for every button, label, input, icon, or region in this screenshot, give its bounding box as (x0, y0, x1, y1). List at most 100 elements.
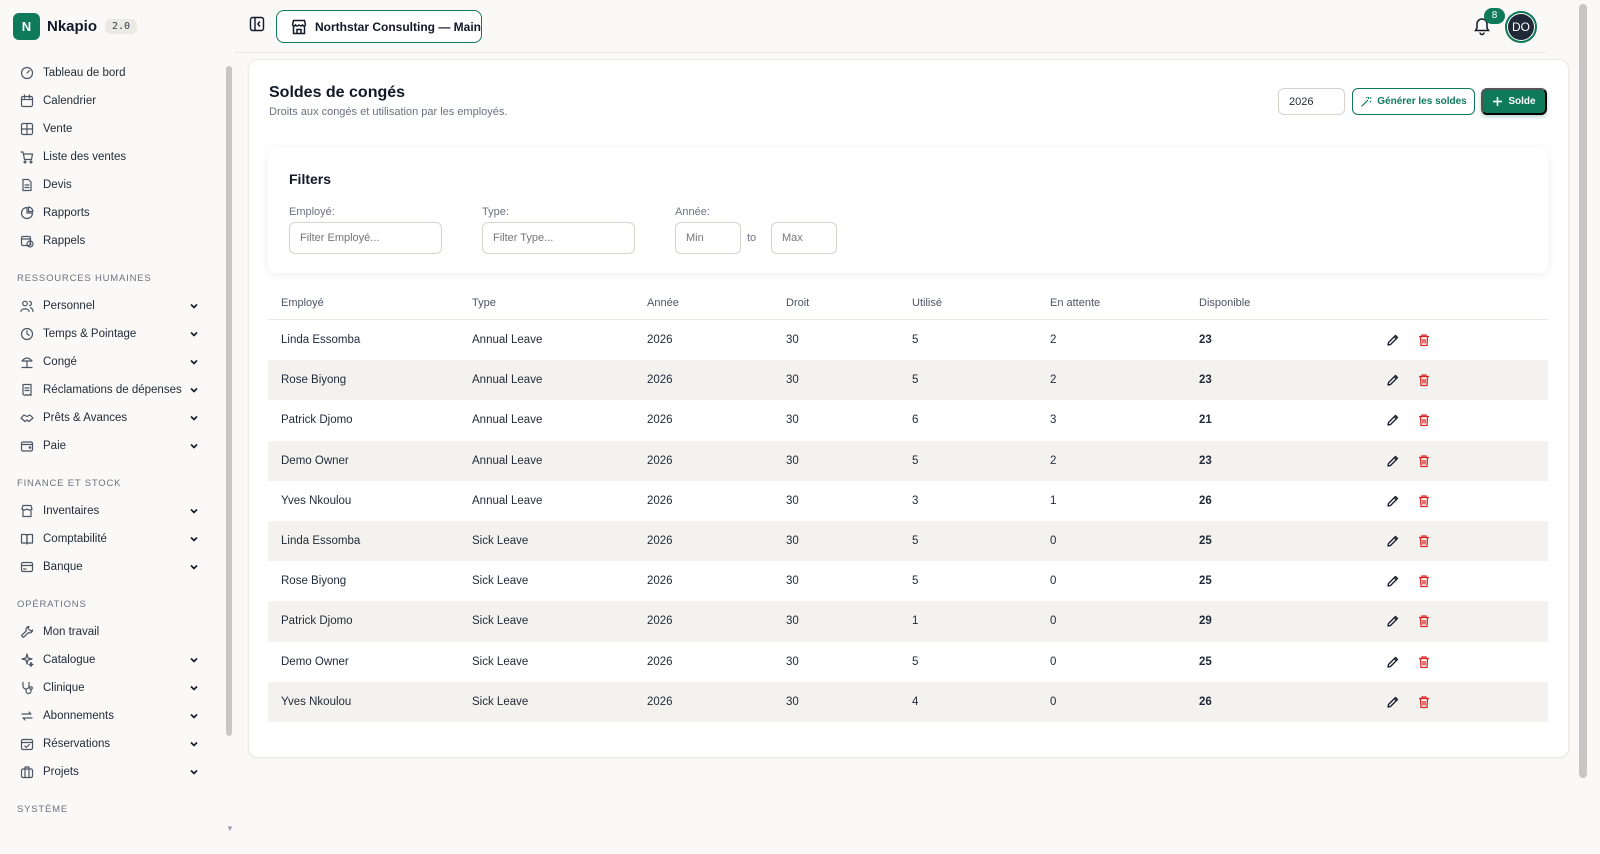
sidebar-item-banque[interactable]: Banque (0, 553, 222, 581)
delete-trash-icon[interactable] (1417, 454, 1431, 468)
sidebar-item-calendrier[interactable]: Calendrier (0, 87, 222, 115)
sidebar-item-tableau-de-bord[interactable]: Tableau de bord (0, 59, 222, 87)
scroll-down-arrow-icon[interactable]: ▼ (226, 824, 234, 833)
table-row[interactable]: Patrick Djomo Annual Leave 2026 30 6 3 21 (268, 400, 1548, 440)
cell-disponible: 29 (1186, 615, 1373, 627)
cell-value: 30 (786, 334, 799, 347)
cell-utilise: 6 (899, 414, 1037, 426)
cell-value: Annual Leave (472, 334, 543, 347)
sidebar-item-devis[interactable]: Devis (0, 171, 222, 199)
sidebar-item-prets-avances[interactable]: Prêts & Avances (0, 404, 222, 432)
brand-name[interactable]: Nkapio (47, 18, 97, 35)
edit-pencil-icon[interactable] (1386, 614, 1400, 628)
sidebar-item-paie[interactable]: Paie (0, 432, 222, 460)
brand: N Nkapio 2.0 (0, 0, 222, 52)
column-header-utilise[interactable]: Utilisé (899, 297, 1037, 309)
sidebar-item-mon-travail[interactable]: Mon travail (0, 618, 222, 646)
edit-pencil-icon[interactable] (1386, 574, 1400, 588)
edit-pencil-icon[interactable] (1386, 373, 1400, 387)
sidebar-item-conge[interactable]: Congé (0, 348, 222, 376)
sidebar-item-catalogue[interactable]: Catalogue (0, 646, 222, 674)
table-row[interactable]: Yves Nkoulou Sick Leave 2026 30 4 0 26 (268, 681, 1548, 722)
edit-pencil-icon[interactable] (1386, 454, 1400, 468)
row-actions (1373, 373, 1431, 387)
cell-disponible: 25 (1186, 535, 1373, 547)
cell-disponible: 25 (1186, 656, 1373, 668)
employee-filter-input[interactable] (289, 222, 442, 254)
delete-trash-icon[interactable] (1417, 655, 1431, 669)
table-row[interactable]: Patrick Djomo Sick Leave 2026 30 1 0 29 (268, 601, 1548, 642)
receipt-icon (19, 383, 34, 398)
add-balance-button[interactable]: Solde (1481, 88, 1547, 115)
store-selector-button[interactable]: Northstar Consulting — Main (276, 10, 482, 43)
sidebar-scrollbar[interactable] (226, 66, 232, 736)
wallet-icon (19, 439, 34, 454)
year-input[interactable] (1278, 88, 1345, 115)
cell-value: 26 (1199, 494, 1212, 507)
table-row[interactable]: Linda Essomba Annual Leave 2026 30 5 2 23 (268, 320, 1548, 360)
delete-trash-icon[interactable] (1417, 413, 1431, 427)
notification-count-badge: 8 (1484, 8, 1505, 24)
cell-employe: Demo Owner (268, 455, 459, 467)
edit-pencil-icon[interactable] (1386, 413, 1400, 427)
sidebar-item-label: Banque (43, 561, 83, 573)
edit-pencil-icon[interactable] (1386, 333, 1400, 347)
sidebar-item-vente[interactable]: Vente (0, 115, 222, 143)
delete-trash-icon[interactable] (1417, 373, 1431, 387)
table-row[interactable]: Rose Biyong Annual Leave 2026 30 5 2 23 (268, 360, 1548, 401)
column-header-employe[interactable]: Employé (268, 297, 459, 309)
table-row[interactable]: Yves Nkoulou Annual Leave 2026 30 3 1 26 (268, 481, 1548, 521)
sidebar-item-label: Abonnements (43, 710, 114, 722)
edit-pencil-icon[interactable] (1386, 494, 1400, 508)
sidebar-item-personnel[interactable]: Personnel (0, 292, 222, 320)
sidebar-item-abonnements[interactable]: Abonnements (0, 702, 222, 730)
generate-balances-button[interactable]: Générer les soldes (1352, 88, 1475, 115)
main-scrollbar[interactable] (1579, 4, 1587, 778)
sidebar-item-temps-pointage[interactable]: Temps & Pointage (0, 320, 222, 348)
delete-trash-icon[interactable] (1417, 534, 1431, 548)
sidebar-item-rapports[interactable]: Rapports (0, 199, 222, 227)
user-avatar[interactable]: DO (1505, 11, 1537, 43)
type-filter-input[interactable] (482, 222, 635, 254)
sidebar-item-reservations[interactable]: Réservations (0, 730, 222, 758)
year-filter-label: Année: (675, 206, 710, 218)
table-row[interactable]: Demo Owner Annual Leave 2026 30 5 2 23 (268, 440, 1548, 481)
year-max-input[interactable] (771, 222, 837, 254)
cell-value: Linda Essomba (281, 535, 361, 548)
delete-trash-icon[interactable] (1417, 333, 1431, 347)
cell-en-attente: 2 (1037, 455, 1186, 467)
cell-value: Sick Leave (472, 655, 529, 668)
column-header-type[interactable]: Type (459, 297, 634, 309)
sidebar-item-projets[interactable]: Projets (0, 758, 222, 786)
year-min-input[interactable] (675, 222, 741, 254)
delete-trash-icon[interactable] (1417, 695, 1431, 709)
cell-value: Patrick Djomo (281, 414, 353, 427)
row-actions (1373, 574, 1431, 588)
table-row[interactable]: Linda Essomba Sick Leave 2026 30 5 0 25 (268, 520, 1548, 562)
sidebar-item-clinique[interactable]: Clinique (0, 674, 222, 702)
delete-trash-icon[interactable] (1417, 494, 1431, 508)
sidebar-item-liste-des-ventes[interactable]: Liste des ventes (0, 143, 222, 171)
edit-pencil-icon[interactable] (1386, 655, 1400, 669)
table-row[interactable]: Demo Owner Sick Leave 2026 30 5 0 25 (268, 642, 1548, 682)
column-header-disponible[interactable]: Disponible (1186, 297, 1373, 309)
sidebar-item-rappels[interactable]: Rappels (0, 227, 222, 255)
sidebar-item-reclamations-de-depenses[interactable]: Réclamations de dépenses (0, 376, 222, 404)
delete-trash-icon[interactable] (1417, 614, 1431, 628)
column-header-annee[interactable]: Année (634, 297, 773, 309)
column-header-droit[interactable]: Droit (773, 297, 899, 309)
brand-logo[interactable]: N (13, 12, 40, 40)
cell-value: 5 (912, 535, 919, 548)
edit-pencil-icon[interactable] (1386, 534, 1400, 548)
delete-trash-icon[interactable] (1417, 574, 1431, 588)
sidebar-toggle-icon[interactable] (249, 16, 265, 32)
sidebar-item-comptabilite[interactable]: Comptabilité (0, 525, 222, 553)
cell-value: 25 (1199, 575, 1212, 588)
cell-value: 30 (786, 615, 799, 628)
edit-pencil-icon[interactable] (1386, 695, 1400, 709)
cell-droit: 30 (773, 414, 899, 426)
column-header-en-attente[interactable]: En attente (1037, 297, 1186, 309)
cell-employe: Linda Essomba (268, 334, 459, 346)
table-row[interactable]: Rose Biyong Sick Leave 2026 30 5 0 25 (268, 561, 1548, 601)
sidebar-item-inventaires[interactable]: Inventaires (0, 497, 222, 525)
